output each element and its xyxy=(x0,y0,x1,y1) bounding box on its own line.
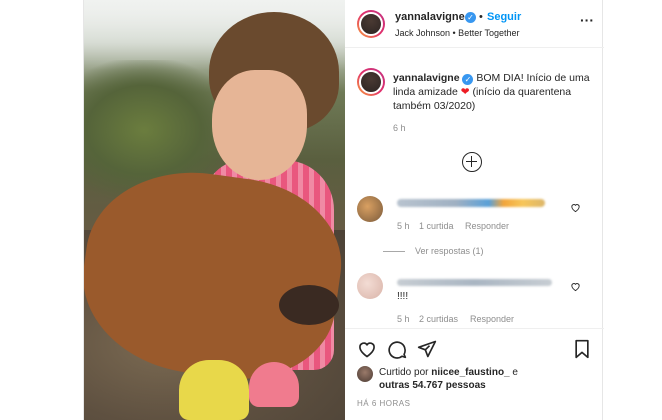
liker-avatar[interactable] xyxy=(357,366,373,382)
post-dialog: yannalavigne ✓ • Seguir Jack Johnson • B… xyxy=(83,0,604,420)
view-replies-button[interactable]: Ver respostas (1) xyxy=(415,246,484,256)
comment-like-heart-icon[interactable] xyxy=(570,202,581,213)
verified-badge-icon: ✓ xyxy=(465,12,476,23)
comment-like-heart-icon[interactable] xyxy=(570,281,581,292)
comment-reply-button[interactable]: Responder xyxy=(465,221,509,231)
child-face xyxy=(212,70,307,180)
liked-others-count[interactable]: outras 54.767 pessoas xyxy=(379,380,486,391)
liked-conjunction: e xyxy=(512,367,518,378)
comment-avatar[interactable] xyxy=(357,273,383,299)
comment-likes[interactable]: 1 curtida xyxy=(419,221,454,231)
comment-time: 5 h xyxy=(397,221,410,231)
puppy-tail xyxy=(279,285,339,325)
send-paper-plane-icon[interactable] xyxy=(417,339,437,359)
more-options-icon[interactable]: ··· xyxy=(580,12,594,28)
comment-redacted xyxy=(397,199,545,207)
post-sidebar: yannalavigne ✓ • Seguir Jack Johnson • B… xyxy=(345,0,604,420)
comment-reply-button[interactable]: Responder xyxy=(470,314,514,324)
post-actions: Curtido por niicee_faustino_ e outras 54… xyxy=(345,328,604,420)
heart-outline-icon[interactable] xyxy=(357,339,377,359)
caption-verified-icon: ✓ xyxy=(462,74,474,85)
author-username[interactable]: yannalavigne xyxy=(395,11,465,23)
comment-likes[interactable]: 2 curtidas xyxy=(419,314,458,324)
comment-bubble-icon[interactable] xyxy=(387,339,407,359)
follow-button[interactable]: Seguir xyxy=(487,11,521,23)
red-heart-emoji-icon: ❤ xyxy=(460,86,470,98)
post-header: yannalavigne ✓ • Seguir Jack Johnson • B… xyxy=(345,0,604,48)
audio-track-link[interactable]: Jack Johnson • Better Together xyxy=(395,28,520,38)
post-timestamp[interactable]: HÁ 6 HORAS xyxy=(357,399,410,408)
comment-text: !!!! xyxy=(397,291,409,302)
yellow-boot xyxy=(179,360,249,420)
caption-timestamp[interactable]: 6 h xyxy=(393,123,406,133)
bookmark-icon[interactable] xyxy=(573,339,591,359)
liked-by-text: Curtido por niicee_faustino_ e outras 54… xyxy=(379,366,589,392)
comment-avatar[interactable] xyxy=(357,196,383,222)
author-avatar[interactable] xyxy=(357,10,385,38)
liked-prefix: Curtido por xyxy=(379,367,429,378)
liker-username[interactable]: niicee_faustino_ xyxy=(431,367,509,378)
caption-username[interactable]: yannalavigne xyxy=(393,72,460,84)
header-separator: • xyxy=(479,11,483,23)
post-caption: yannalavigne ✓ BOM DIA! Início de uma li… xyxy=(393,71,593,113)
comment-redacted xyxy=(397,279,552,286)
caption-author-avatar[interactable] xyxy=(357,68,385,96)
comment-time: 5 h xyxy=(397,314,410,324)
post-video[interactable] xyxy=(84,0,345,420)
plus-circle-icon[interactable] xyxy=(462,152,482,172)
pink-boot xyxy=(249,362,299,407)
replies-divider xyxy=(383,251,405,252)
